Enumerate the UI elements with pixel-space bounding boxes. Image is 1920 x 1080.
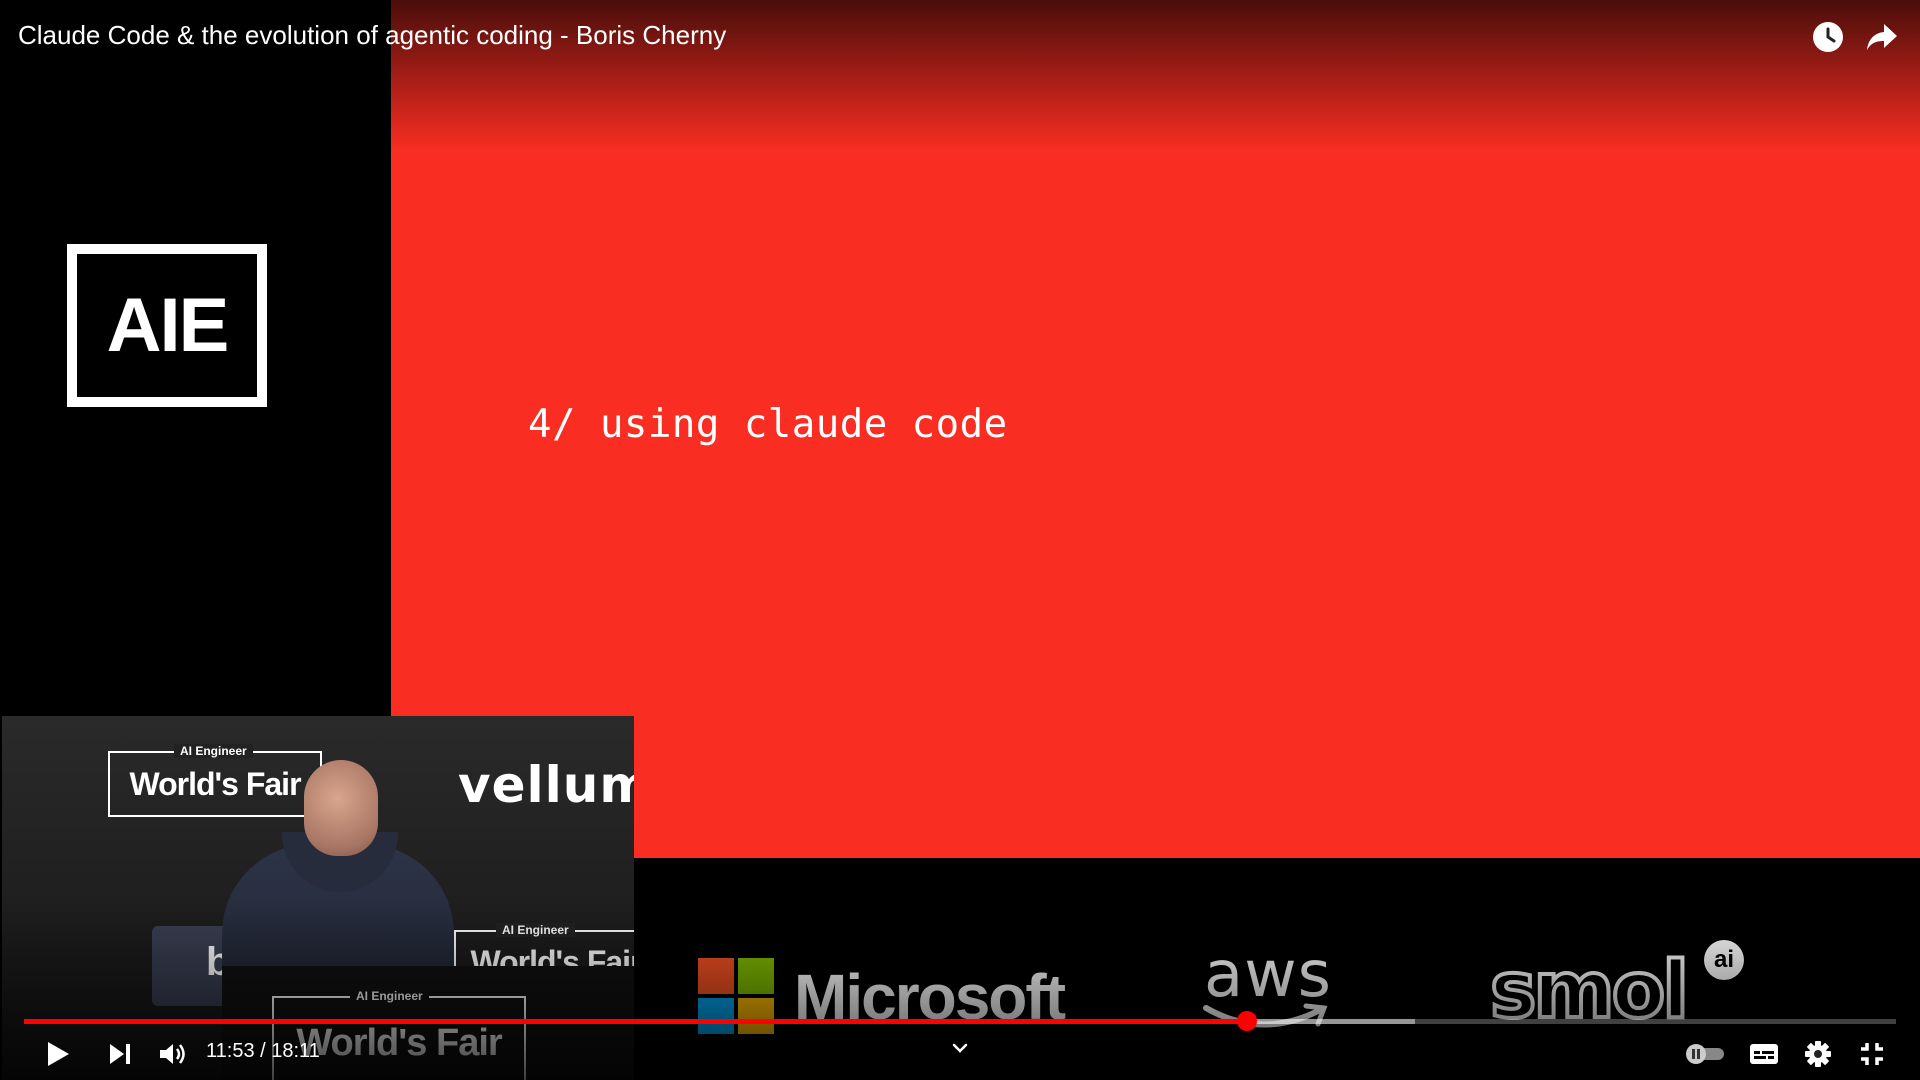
event-small-label-right: AI Engineer [496,923,575,937]
captions-icon [1750,1044,1778,1064]
chevron-down-icon[interactable] [948,1036,972,1060]
watch-later-button[interactable] [1808,17,1848,57]
podium-sign: AI Engineer World's Fair [272,989,526,1080]
speaker-camera-feed: AI Engineer World's Fair vellum AI Engin… [2,716,634,1080]
volume-button[interactable] [152,1036,192,1072]
time-display: 11:53 / 18:11 [206,1040,320,1063]
aie-logo: AIE [67,244,267,407]
share-button[interactable] [1862,17,1902,57]
progress-played [24,1019,1247,1024]
current-time: 11:53 [206,1040,255,1062]
speaker-head [304,760,378,856]
volume-icon [160,1044,185,1064]
worlds-fair-sign: AI Engineer World's Fair [108,744,322,817]
share-arrow-icon [1867,24,1897,50]
podium-event-small: AI Engineer [350,989,429,1003]
exit-fullscreen-button[interactable] [1850,1036,1894,1072]
autoplay-toggle[interactable] [1684,1036,1728,1072]
podium-event-big: World's Fair [296,1021,502,1064]
clock-icon [1813,22,1843,52]
play-icon [48,1042,69,1066]
video-player[interactable]: 4/ using claude code AIE AI Engineer Wor… [0,0,1920,1080]
gear-icon [1805,1041,1831,1067]
next-button[interactable] [100,1036,140,1072]
play-button[interactable] [38,1036,78,1072]
vellum-logo: vellum [458,756,634,814]
time-separator: / [254,1040,272,1062]
sponsor-banner: Microsoft aws smol ai [634,938,1920,1040]
progress-bar[interactable] [24,1011,1896,1031]
captions-button[interactable] [1742,1036,1786,1072]
slide-text: 4/ using claude code [528,402,1008,447]
exit-fullscreen-icon [1861,1043,1883,1065]
partial-sponsor-logo: b [152,926,232,1006]
progress-scrubber-handle[interactable] [1236,1011,1257,1031]
event-big-label: World's Fair [129,765,301,802]
smol-ai-badge: ai [1704,940,1744,980]
next-icon [110,1044,130,1064]
autoplay-toggle-icon [1686,1044,1724,1064]
duration: 18:11 [271,1040,320,1062]
event-small-label: AI Engineer [174,744,253,758]
video-title[interactable]: Claude Code & the evolution of agentic c… [18,20,726,51]
settings-button[interactable] [1796,1036,1840,1072]
